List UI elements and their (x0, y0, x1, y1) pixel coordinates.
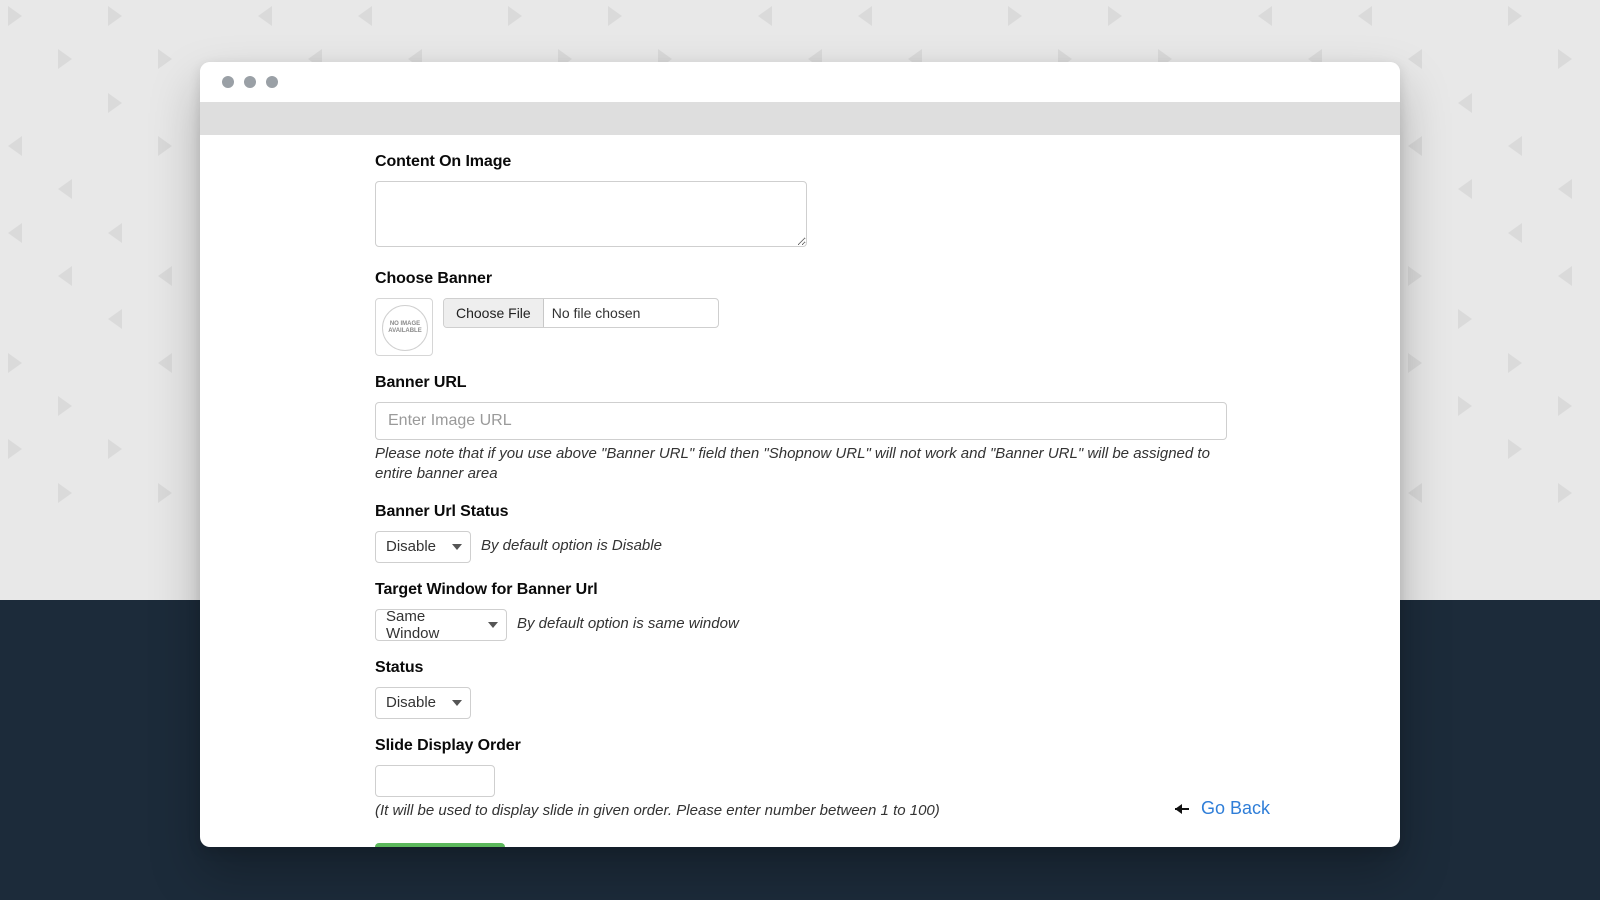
pattern-triangle-icon (8, 223, 22, 243)
pattern-triangle-icon (108, 6, 122, 26)
pattern-triangle-icon (1508, 223, 1522, 243)
banner-url-status-help: By default option is Disable (481, 536, 662, 556)
pattern-triangle-icon (58, 266, 72, 286)
no-image-icon: NO IMAGE AVAILABLE (382, 305, 428, 351)
banner-url-status-select[interactable]: Disable (375, 531, 471, 563)
file-status-text: No file chosen (544, 305, 641, 321)
pattern-triangle-icon (108, 93, 122, 113)
pattern-triangle-icon (1408, 353, 1422, 373)
pattern-triangle-icon (1408, 49, 1422, 69)
pattern-triangle-icon (1408, 266, 1422, 286)
pattern-triangle-icon (1458, 396, 1472, 416)
slide-order-label: Slide Display Order (375, 737, 1227, 755)
pattern-triangle-icon (258, 6, 272, 26)
content-on-image-label: Content On Image (375, 153, 1227, 171)
pattern-triangle-icon (108, 439, 122, 459)
pattern-triangle-icon (158, 353, 172, 373)
banner-url-status-value: Disable (386, 538, 436, 555)
pattern-triangle-icon (58, 396, 72, 416)
choose-file-button[interactable]: Choose File (444, 299, 544, 327)
content-on-image-textarea[interactable] (375, 181, 807, 247)
banner-url-input[interactable] (375, 402, 1227, 440)
save-button[interactable]: Save Changes (375, 843, 505, 847)
pattern-triangle-icon (1408, 483, 1422, 503)
target-window-help: By default option is same window (517, 614, 739, 634)
target-window-value: Same Window (386, 608, 480, 642)
banner-url-label: Banner URL (375, 374, 1227, 392)
banner-url-status-label: Banner Url Status (375, 503, 1227, 521)
window-dot (244, 76, 256, 88)
pattern-triangle-icon (758, 6, 772, 26)
pattern-triangle-icon (1008, 6, 1022, 26)
pattern-triangle-icon (8, 353, 22, 373)
pattern-triangle-icon (58, 483, 72, 503)
choose-banner-row: NO IMAGE AVAILABLE Choose File No file c… (375, 298, 1227, 356)
pattern-triangle-icon (1558, 396, 1572, 416)
content-area: Content On Image Choose Banner NO IMAGE … (200, 135, 1400, 847)
pattern-triangle-icon (1558, 266, 1572, 286)
window-titlebar (200, 62, 1400, 102)
pattern-triangle-icon (158, 483, 172, 503)
pattern-triangle-icon (108, 223, 122, 243)
pattern-triangle-icon (1558, 179, 1572, 199)
go-back-label: Go Back (1201, 798, 1270, 819)
pattern-triangle-icon (1458, 309, 1472, 329)
pattern-triangle-icon (108, 309, 122, 329)
choose-banner-label: Choose Banner (375, 270, 1227, 288)
pattern-triangle-icon (58, 49, 72, 69)
pattern-triangle-icon (1508, 439, 1522, 459)
window-toolbar (200, 102, 1400, 135)
status-value: Disable (386, 694, 436, 711)
chevron-down-icon (452, 700, 462, 706)
pattern-triangle-icon (58, 179, 72, 199)
banner-form: Content On Image Choose Banner NO IMAGE … (375, 153, 1227, 847)
status-label: Status (375, 659, 1227, 677)
pattern-triangle-icon (1408, 136, 1422, 156)
pattern-triangle-icon (8, 439, 22, 459)
chevron-down-icon (488, 622, 498, 628)
pattern-triangle-icon (1258, 6, 1272, 26)
back-arrow-icon (1175, 802, 1193, 816)
pattern-triangle-icon (158, 266, 172, 286)
slide-order-help: (It will be used to display slide in giv… (375, 801, 1227, 821)
target-window-label: Target Window for Banner Url (375, 581, 1227, 599)
pattern-triangle-icon (1508, 136, 1522, 156)
pattern-triangle-icon (1458, 93, 1472, 113)
pattern-triangle-icon (8, 136, 22, 156)
pattern-triangle-icon (1508, 6, 1522, 26)
window-dot (266, 76, 278, 88)
chevron-down-icon (452, 544, 462, 550)
form-actions: Save Changes (375, 843, 1227, 847)
pattern-triangle-icon (158, 49, 172, 69)
pattern-triangle-icon (608, 6, 622, 26)
pattern-triangle-icon (1458, 179, 1472, 199)
pattern-triangle-icon (1558, 483, 1572, 503)
pattern-triangle-icon (358, 6, 372, 26)
pattern-triangle-icon (158, 136, 172, 156)
file-input[interactable]: Choose File No file chosen (443, 298, 719, 328)
go-back-link[interactable]: Go Back (1175, 798, 1270, 819)
banner-url-status-row: Disable By default option is Disable (375, 531, 1227, 563)
pattern-triangle-icon (858, 6, 872, 26)
pattern-triangle-icon (1108, 6, 1122, 26)
pattern-triangle-icon (1358, 6, 1372, 26)
pattern-triangle-icon (8, 6, 22, 26)
browser-window: Content On Image Choose Banner NO IMAGE … (200, 62, 1400, 847)
target-window-select[interactable]: Same Window (375, 609, 507, 641)
slide-order-input[interactable] (375, 765, 495, 797)
window-dot (222, 76, 234, 88)
banner-url-help: Please note that if you use above "Banne… (375, 444, 1227, 485)
banner-thumbnail: NO IMAGE AVAILABLE (375, 298, 433, 356)
pattern-triangle-icon (1508, 353, 1522, 373)
pattern-triangle-icon (508, 6, 522, 26)
status-select[interactable]: Disable (375, 687, 471, 719)
target-window-row: Same Window By default option is same wi… (375, 609, 1227, 641)
pattern-triangle-icon (1558, 49, 1572, 69)
status-row: Disable (375, 687, 1227, 719)
